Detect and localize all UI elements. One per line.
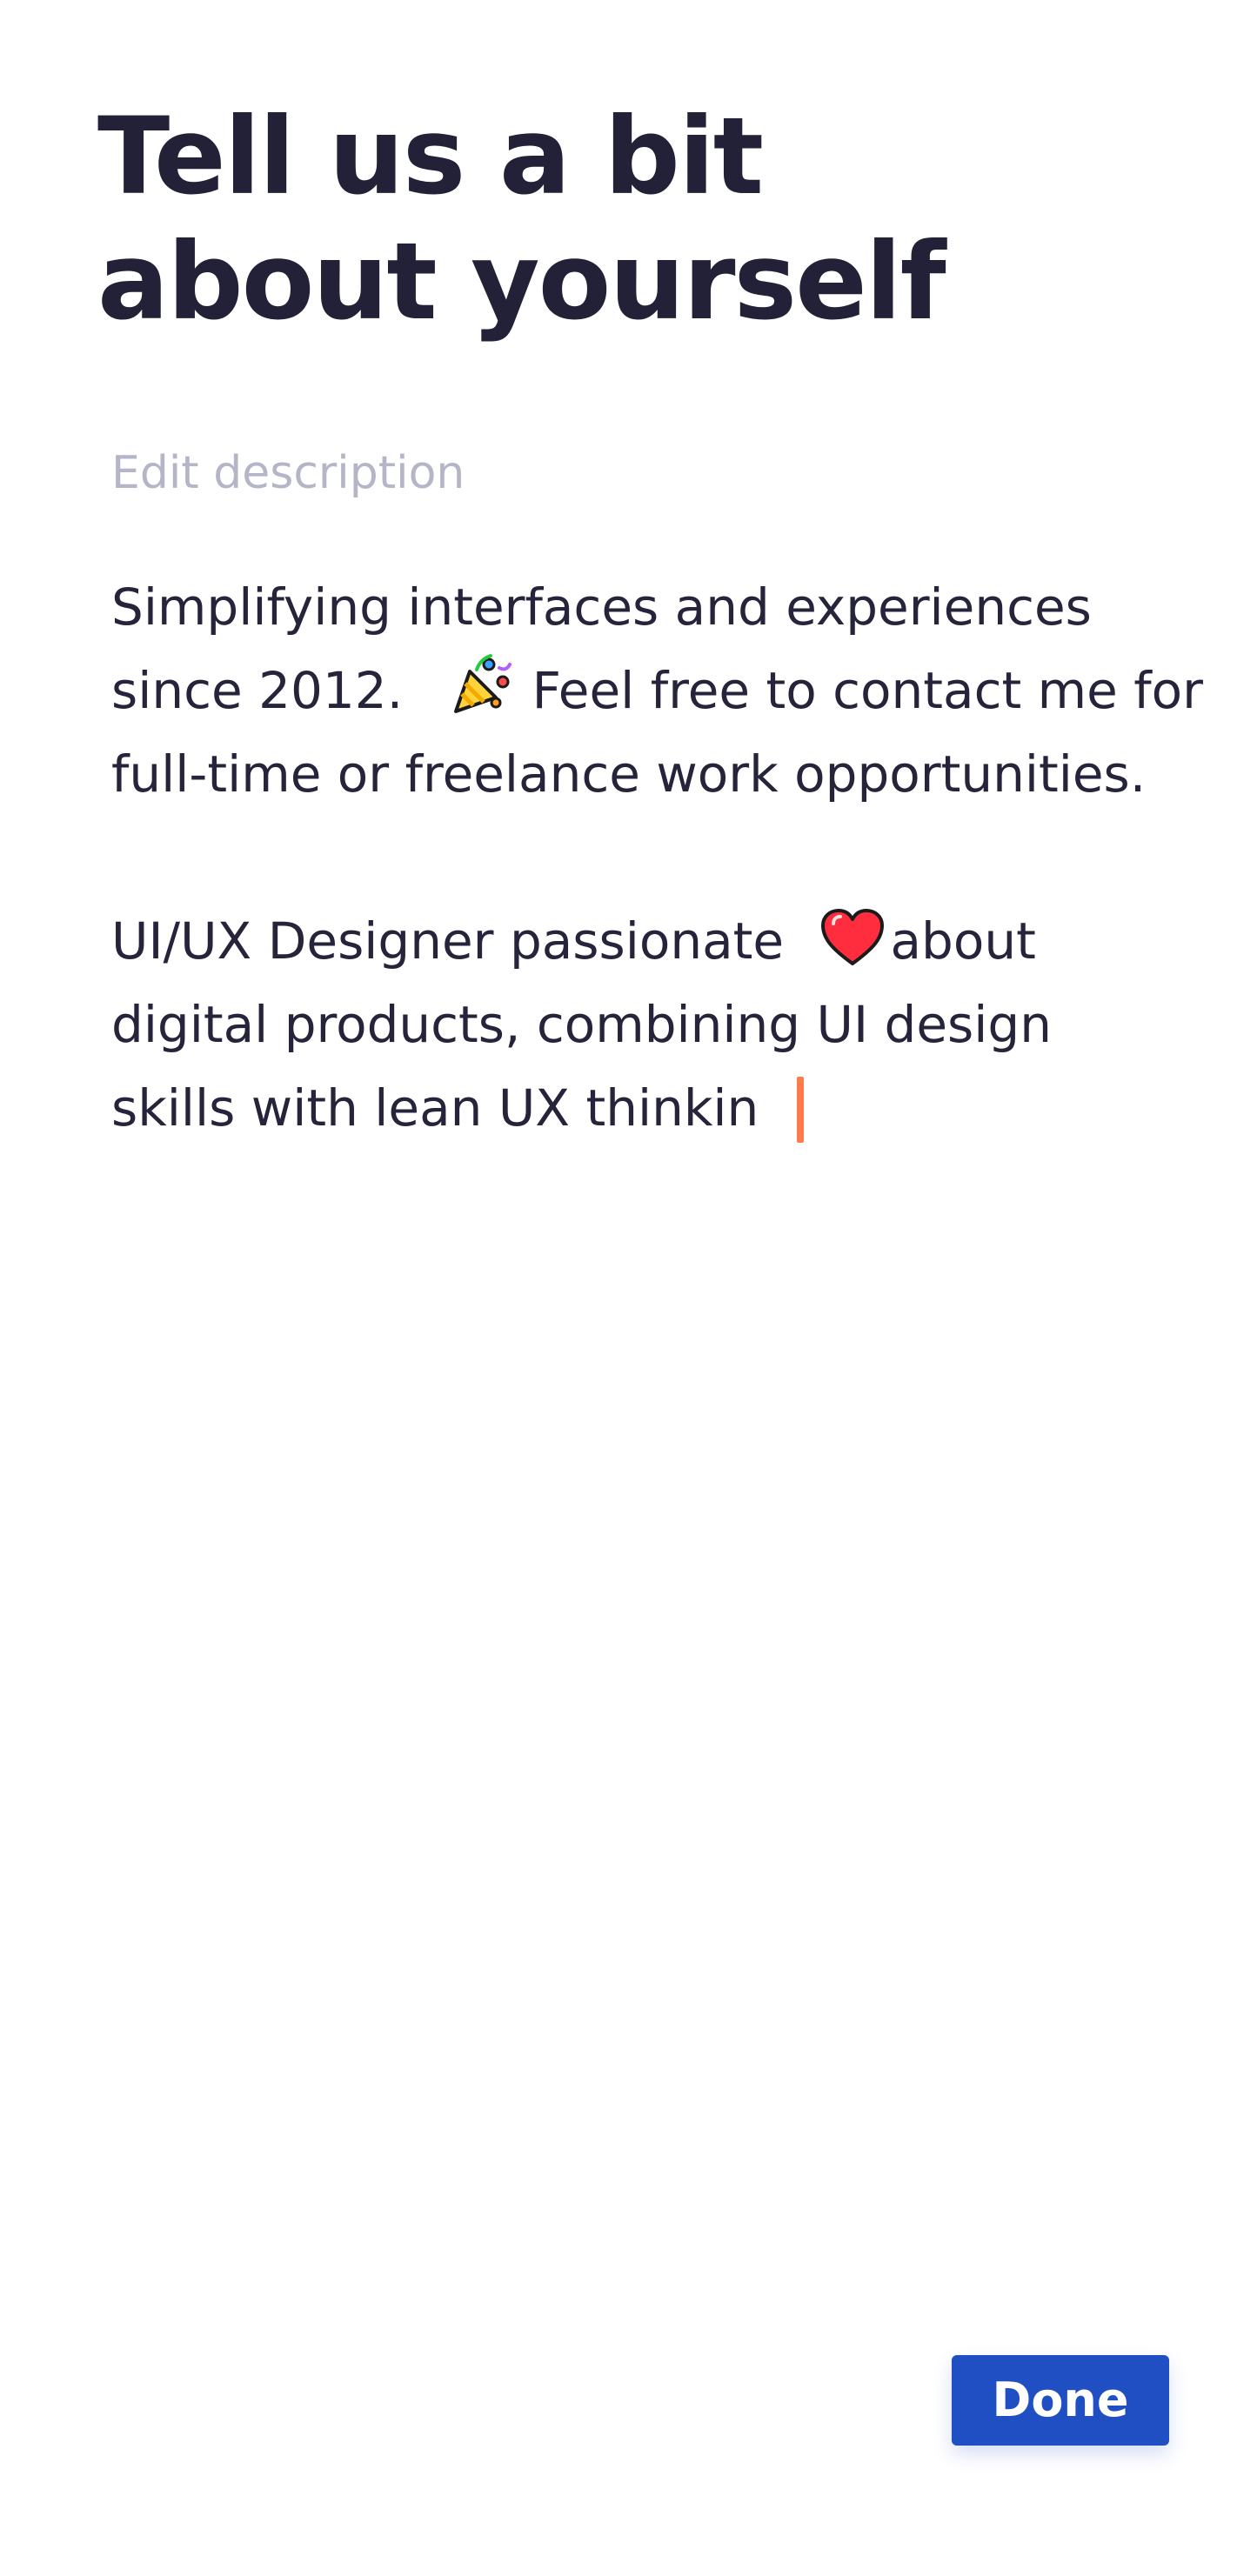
page-title: Tell us a bit about yourself bbox=[97, 94, 1141, 344]
description-paragraph-1: Simplifying interfaces and experiences s… bbox=[111, 565, 1203, 816]
done-button[interactable]: Done bbox=[952, 2355, 1169, 2446]
description-paragraph-2: UI/UX Designer passionate about digital … bbox=[111, 899, 1190, 1150]
party-popper-icon bbox=[451, 652, 515, 717]
description-line: full-time or freelance work opportunitie… bbox=[111, 744, 1147, 804]
description-line-with-caret: skills with lean UX thinkin bbox=[111, 1066, 1190, 1150]
description-line: Simplifying interfaces and experiences bbox=[111, 577, 1092, 637]
red-heart-icon bbox=[819, 908, 886, 967]
description-line: digital products, combining UI design bbox=[111, 995, 1052, 1054]
page-title-line-2: about yourself bbox=[97, 220, 946, 344]
description-line-with-emoji: UI/UX Designer passionate about bbox=[111, 899, 1190, 983]
text-cursor bbox=[797, 1077, 805, 1143]
description-text-segment: skills with lean UX thinkin bbox=[111, 1078, 759, 1138]
description-text-segment: about bbox=[890, 911, 1036, 971]
description-line-with-emoji: since 2012. Feel free to contact me for bbox=[111, 649, 1203, 732]
description-text-segment: UI/UX Designer passionate bbox=[111, 911, 785, 971]
description-text-segment: Feel free to contact me for bbox=[532, 661, 1204, 720]
description-field-label: Edit description bbox=[111, 447, 465, 499]
description-text-segment: since 2012. bbox=[111, 661, 404, 720]
page-title-line-1: Tell us a bit bbox=[97, 95, 764, 218]
description-text-area[interactable]: Simplifying interfaces and experiences s… bbox=[111, 565, 1203, 1150]
